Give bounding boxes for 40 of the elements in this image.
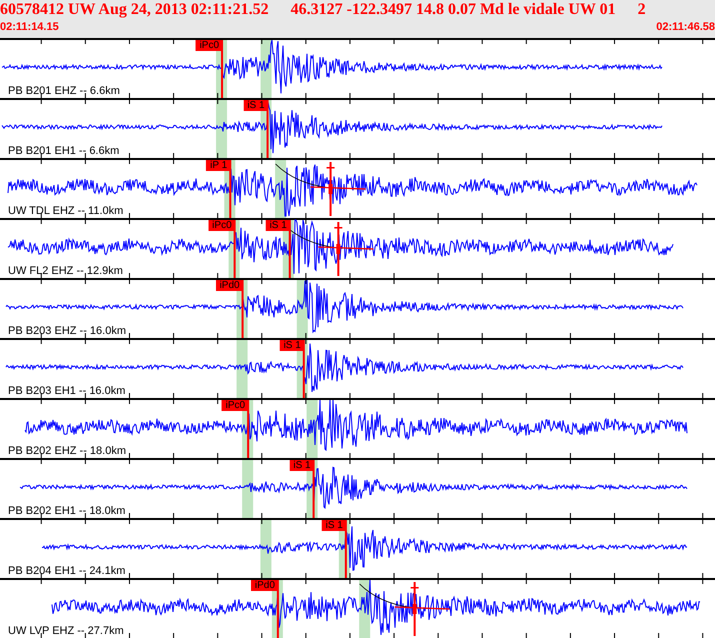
pick-label[interactable]: iS 1: [280, 340, 304, 351]
pick-line: [221, 40, 224, 98]
channel-label: UW TDL EHZ -- 11.0km: [8, 205, 124, 218]
pick-label[interactable]: iS 1: [243, 100, 268, 111]
end-time: 02:11:46.58: [656, 21, 715, 34]
pick-label[interactable]: iPd0: [250, 580, 278, 591]
pick-label[interactable]: iS 1: [266, 220, 290, 231]
pick-label[interactable]: iP 1: [206, 160, 230, 171]
channel-label: PB B203 EH1 -- 16.0km: [8, 385, 126, 398]
pick-line: [288, 220, 291, 278]
pick-line: [234, 220, 236, 278]
event-summary: 60578412 UW Aug 24, 2013 02:11:21.52: [0, 1, 269, 19]
pick-label[interactable]: iPc0: [208, 220, 235, 231]
event-extra: 2: [638, 1, 646, 19]
start-time: 02:11:14.15: [0, 21, 59, 34]
p-arrival-window: [242, 458, 254, 518]
pick-label[interactable]: iS 1: [289, 460, 314, 471]
channel-label: PB B204 EH1 -- 24.1km: [8, 565, 126, 578]
channel-label: PB B203 EHZ -- 16.0km: [8, 325, 126, 338]
pick-line: [344, 520, 347, 578]
pick-line: [302, 340, 305, 398]
pick-line: [229, 160, 232, 218]
pick-line: [242, 280, 244, 338]
pick-label[interactable]: iPd0: [216, 280, 243, 291]
pick-label[interactable]: iPc0: [222, 400, 248, 411]
pick-line: [312, 460, 315, 518]
channel-label: PB B201 EH1 -- 6.6km: [8, 145, 120, 158]
pick-label[interactable]: iPc0: [196, 40, 222, 51]
pick-label[interactable]: iS 1: [322, 520, 346, 531]
event-location: 46.3127 -122.3497 14.8 0.07 Md le vidale UW 01: [290, 1, 616, 19]
pick-line: [266, 100, 269, 158]
channel-label: UW FL2 EHZ -- 12.9km: [8, 265, 123, 278]
pick-line: [276, 580, 279, 638]
p-arrival-window: [260, 518, 272, 578]
channel-label: PB B201 EHZ -- 6.6km: [8, 85, 120, 98]
p-arrival-window: [236, 338, 248, 398]
channel-label: PB B202 EH1 -- 18.0km: [8, 505, 126, 518]
channel-label: UW LVP EHZ -- 27.7km: [8, 625, 124, 638]
channel-label: PB B202 EHZ -- 18.0km: [8, 445, 126, 458]
p-arrival-window: [216, 98, 228, 158]
